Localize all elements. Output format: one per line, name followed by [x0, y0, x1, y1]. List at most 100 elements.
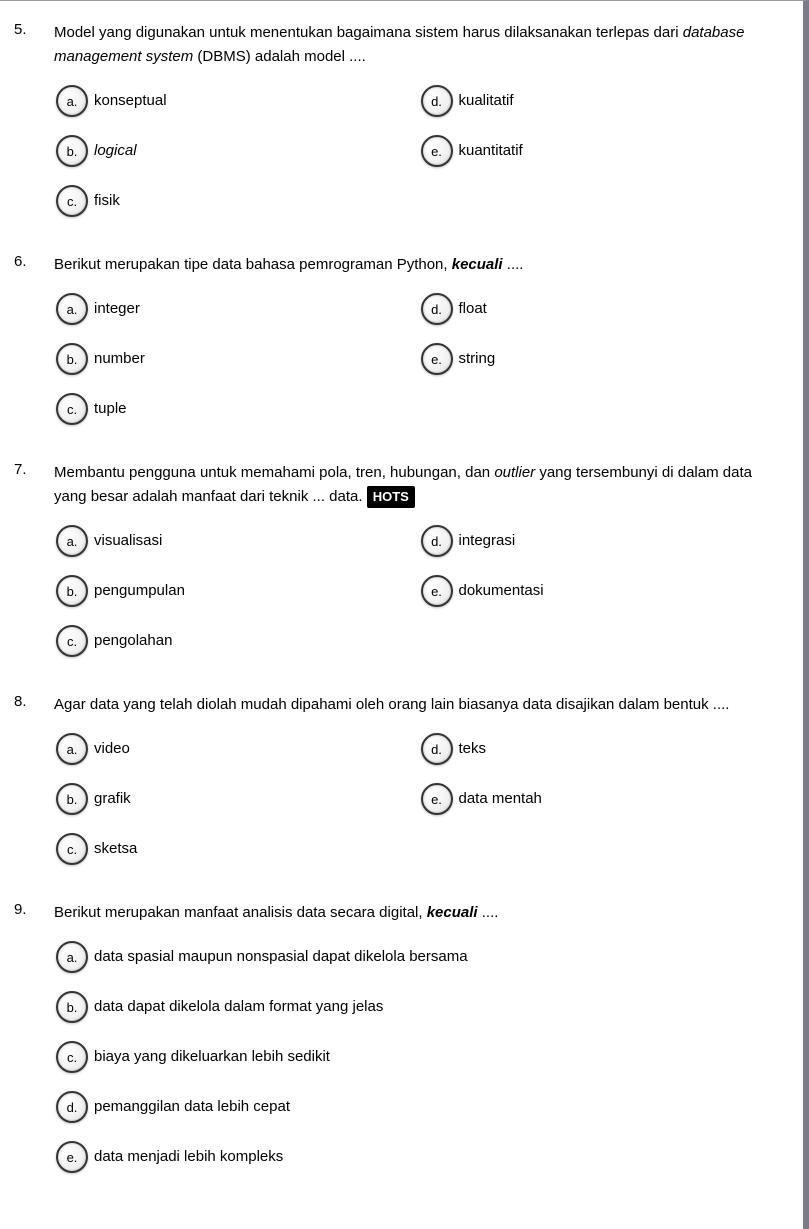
answer-option[interactable]: e.dokumentasi: [419, 575, 784, 607]
question-number: 5.: [10, 21, 54, 235]
option-column: a. konseptual: [54, 85, 419, 135]
option-column: c.biaya yang dikeluarkan lebih sedikit: [54, 1041, 783, 1091]
answer-option[interactable]: d. teks: [419, 733, 784, 765]
answer-option[interactable]: b. number: [54, 343, 419, 375]
option-letter-circle[interactable]: a.: [56, 941, 88, 973]
question-body: Berikut merupakan tipe data bahasa pemro…: [54, 253, 793, 443]
option-letter-circle[interactable]: a.: [56, 85, 88, 117]
option-label: grafik: [94, 789, 131, 809]
answer-option[interactable]: b. logical: [54, 135, 419, 167]
option-label: visualisasi: [94, 531, 162, 551]
option-letter-circle[interactable]: c.: [56, 393, 88, 425]
option-letter-circle[interactable]: b.: [56, 135, 88, 167]
option-column: d. float: [419, 293, 784, 343]
option-letter-circle[interactable]: e.: [421, 783, 453, 815]
question-text: Model yang digunakan untuk menentukan ba…: [54, 21, 783, 69]
worksheet-page: 5.Model yang digunakan untuk menentukan …: [0, 0, 809, 1229]
text-span: integer: [94, 300, 140, 317]
option-column: e.dokumentasi: [419, 575, 784, 625]
option-label: teks: [459, 739, 487, 759]
option-letter-circle[interactable]: e.: [421, 135, 453, 167]
answer-option[interactable]: e. string: [419, 343, 784, 375]
option-label: data menjadi lebih kompleks: [94, 1147, 283, 1167]
option-column: b. data dapat dikelola dalam format yang …: [54, 991, 783, 1041]
option-letter-circle[interactable]: c.: [56, 1041, 88, 1073]
option-label: pengumpulan: [94, 581, 185, 601]
option-letter-circle[interactable]: a.: [56, 293, 88, 325]
option-label: pemanggilan data lebih cepat: [94, 1097, 290, 1117]
answer-option[interactable]: c.fisik: [54, 185, 419, 217]
text-span: konseptual: [94, 92, 167, 109]
option-label: data dapat dikelola dalam format yang je…: [94, 997, 383, 1017]
option-letter-circle[interactable]: a.: [56, 525, 88, 557]
answer-option[interactable]: b. grafik: [54, 783, 419, 815]
option-label: float: [459, 299, 487, 319]
option-label: logical: [94, 141, 137, 161]
option-column: b. number: [54, 343, 419, 393]
option-letter-circle[interactable]: d.: [56, 1091, 88, 1123]
answer-option[interactable]: e. data mentah: [419, 783, 784, 815]
option-label: integer: [94, 299, 140, 319]
option-letter-circle[interactable]: b.: [56, 343, 88, 375]
option-letter-circle[interactable]: d.: [421, 85, 453, 117]
option-letter-circle[interactable]: b.: [56, 783, 88, 815]
options-grid: a. integer d. float b. number e. string c.tuple: [54, 293, 783, 443]
text-span: visualisasi: [94, 532, 162, 549]
text-span: sketsa: [94, 840, 137, 857]
hots-badge: HOTS: [367, 486, 415, 509]
answer-option[interactable]: d.integrasi: [419, 525, 784, 557]
option-letter-circle[interactable]: e.: [421, 343, 453, 375]
answer-option[interactable]: a. integer: [54, 293, 419, 325]
option-column: c.tuple: [54, 393, 419, 443]
answer-option[interactable]: e. kuantitatif: [419, 135, 784, 167]
answer-option[interactable]: a. data spasial maupun nonspasial dapat d…: [54, 941, 783, 973]
option-letter-circle[interactable]: b.: [56, 575, 88, 607]
option-letter-circle[interactable]: e.: [421, 575, 453, 607]
option-column: b. logical: [54, 135, 419, 185]
question: 7.Membantu pengguna untuk memahami pola,…: [10, 461, 793, 675]
option-letter-circle[interactable]: c.: [56, 185, 88, 217]
question-number: 6.: [10, 253, 54, 443]
option-letter-circle[interactable]: a.: [56, 733, 88, 765]
option-column: b. pengumpulan: [54, 575, 419, 625]
question: 9.Berikut merupakan manfaat analisis dat…: [10, 901, 793, 1191]
answer-option[interactable]: c.biaya yang dikeluarkan lebih sedikit: [54, 1041, 783, 1073]
text-span: data mentah: [459, 790, 542, 807]
option-label: string: [459, 349, 496, 369]
text-span: (DBMS) adalah model ....: [193, 48, 366, 65]
text-span: number: [94, 350, 145, 367]
option-label: data mentah: [459, 789, 542, 809]
option-letter-circle[interactable]: d.: [421, 525, 453, 557]
answer-option[interactable]: c. sketsa: [54, 833, 419, 865]
text-span: kecuali: [427, 904, 478, 921]
answer-option[interactable]: d. float: [419, 293, 784, 325]
answer-option[interactable]: a. konseptual: [54, 85, 419, 117]
text-span: outlier: [494, 464, 535, 481]
answer-option[interactable]: b. data dapat dikelola dalam format yang …: [54, 991, 783, 1023]
answer-option[interactable]: c.pengolahan: [54, 625, 419, 657]
text-span: data spasial maupun nonspasial dapat dik…: [94, 948, 468, 965]
option-letter-circle[interactable]: d.: [421, 733, 453, 765]
answer-option[interactable]: d.kualitatif: [419, 85, 784, 117]
option-label: kuantitatif: [459, 141, 523, 161]
text-span: ....: [478, 904, 499, 921]
option-letter-circle[interactable]: e.: [56, 1141, 88, 1173]
option-letter-circle[interactable]: d.: [421, 293, 453, 325]
text-span: ....: [503, 256, 524, 273]
option-column: c.fisik: [54, 185, 419, 235]
answer-option[interactable]: e. data menjadi lebih kompleks: [54, 1141, 783, 1173]
option-column: e. kuantitatif: [419, 135, 784, 185]
option-label: number: [94, 349, 145, 369]
text-span: kecuali: [452, 256, 503, 273]
option-letter-circle[interactable]: c.: [56, 625, 88, 657]
answer-option[interactable]: a. visualisasi: [54, 525, 419, 557]
answer-option[interactable]: b. pengumpulan: [54, 575, 419, 607]
option-label: video: [94, 739, 130, 759]
answer-option[interactable]: d. pemanggilan data lebih cepat: [54, 1091, 783, 1123]
option-letter-circle[interactable]: b.: [56, 991, 88, 1023]
option-letter-circle[interactable]: c.: [56, 833, 88, 865]
answer-option[interactable]: a. video: [54, 733, 419, 765]
question-body: Model yang digunakan untuk menentukan ba…: [54, 21, 793, 235]
option-column: d.integrasi: [419, 525, 784, 575]
answer-option[interactable]: c.tuple: [54, 393, 419, 425]
